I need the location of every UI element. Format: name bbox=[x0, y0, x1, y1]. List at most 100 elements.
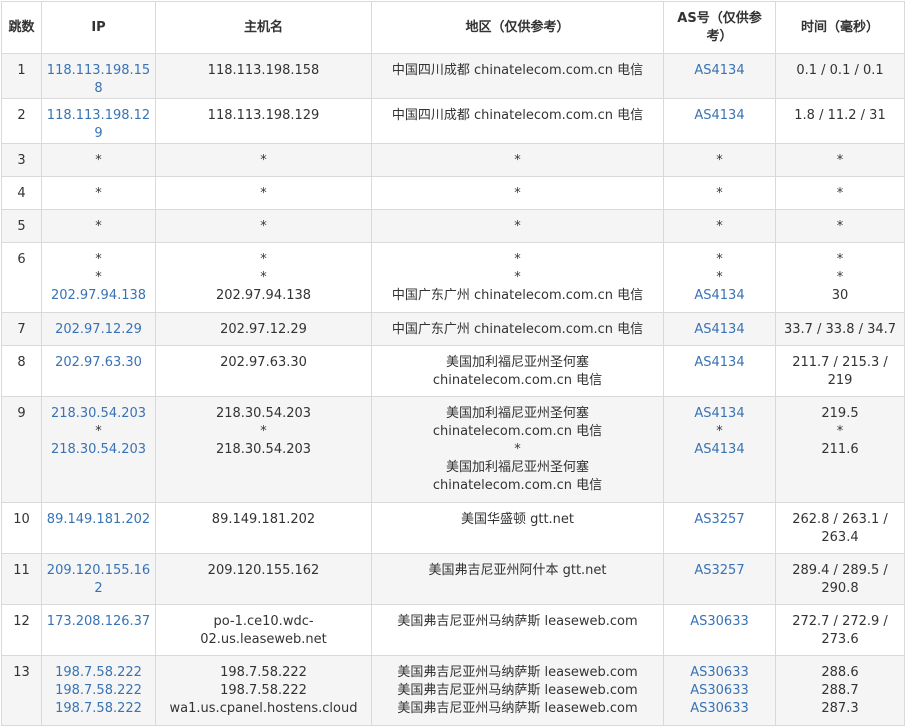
as-link[interactable]: AS30633 bbox=[668, 682, 771, 700]
time-cell: * bbox=[775, 143, 905, 177]
time-value: 262.8 / 263.1 / 263.4 bbox=[792, 512, 888, 545]
ip-cell: 89.149.181.202 bbox=[41, 502, 156, 554]
ip-link[interactable]: 198.7.58.222 bbox=[46, 664, 151, 682]
ip-link[interactable]: 118.113.198.158 bbox=[46, 62, 151, 98]
ip-link[interactable]: 198.7.58.222 bbox=[46, 700, 151, 718]
host-cell: po-1.ce10.wdc-02.us.leaseweb.net bbox=[155, 604, 372, 656]
as-value: * bbox=[716, 270, 723, 285]
as-link[interactable]: AS30633 bbox=[668, 613, 771, 631]
as-link[interactable]: AS30633 bbox=[668, 664, 771, 682]
as-cell: AS3257 bbox=[663, 553, 776, 605]
region-value: 中国四川成都 chinatelecom.com.cn 电信 bbox=[391, 63, 644, 78]
host-cell: 118.113.198.129 bbox=[155, 98, 372, 144]
time-value: * bbox=[836, 252, 844, 267]
host-value: po-1.ce10.wdc-02.us.leaseweb.net bbox=[200, 614, 327, 647]
time-cell: 288.6 288.7 287.3 bbox=[775, 655, 905, 726]
ip-link[interactable]: 202.97.63.30 bbox=[46, 354, 151, 372]
region-cell: 美国加利福尼亚州圣何塞 chinatelecom.com.cn 电信 * 美国加利福… bbox=[371, 396, 664, 503]
ip-cell: 118.113.198.158 bbox=[41, 53, 156, 99]
as-cell: AS4134 * AS4134 bbox=[663, 396, 776, 503]
region-cell: * bbox=[371, 143, 664, 177]
as-cell: * bbox=[663, 176, 776, 210]
time-value: 289.4 / 289.5 / 290.8 bbox=[792, 563, 888, 596]
table-row: 10 89.149.181.202 89.149.181.202 美国华盛顿 gtt.… bbox=[1, 502, 905, 554]
as-link[interactable]: AS4134 bbox=[668, 62, 771, 80]
host-value: 202.97.63.30 bbox=[220, 355, 307, 370]
host-cell: 202.97.12.29 bbox=[155, 312, 372, 346]
as-link[interactable]: AS4134 bbox=[668, 321, 771, 339]
region-value: 美国加利福尼亚州圣何塞 chinatelecom.com.cn 电信 bbox=[432, 355, 603, 388]
time-cell: 262.8 / 263.1 / 263.4 bbox=[775, 502, 905, 554]
ip-link[interactable]: 89.149.181.202 bbox=[46, 511, 151, 529]
table-row: 13 198.7.58.222 198.7.58.222 198.7.58.222 19… bbox=[1, 655, 905, 726]
table-row: 12 173.208.126.37 po-1.ce10.wdc-02.us.leas… bbox=[1, 604, 905, 656]
time-value: * bbox=[836, 424, 844, 439]
region-value: 美国加利福尼亚州圣何塞 chinatelecom.com.cn 电信 bbox=[432, 460, 603, 493]
as-link[interactable]: AS4134 bbox=[668, 354, 771, 372]
table-row: 1 118.113.198.158 118.113.198.158 中国四川成都 ch… bbox=[1, 53, 905, 99]
region-cell: 美国加利福尼亚州圣何塞 chinatelecom.com.cn 电信 bbox=[371, 345, 664, 397]
region-cell: 美国弗吉尼亚州阿什本 gtt.net bbox=[371, 553, 664, 605]
host-cell: 202.97.63.30 bbox=[155, 345, 372, 397]
region-value: 美国弗吉尼亚州马纳萨斯 leaseweb.com bbox=[397, 701, 638, 716]
region-cell: 中国四川成都 chinatelecom.com.cn 电信 bbox=[371, 53, 664, 99]
ip-value: * bbox=[95, 186, 102, 201]
host-value: * bbox=[260, 270, 267, 285]
as-link[interactable]: AS3257 bbox=[668, 562, 771, 580]
ip-cell: * * 202.97.94.138 bbox=[41, 242, 156, 313]
ip-cell: 202.97.63.30 bbox=[41, 345, 156, 397]
header-ip: IP bbox=[41, 1, 156, 54]
region-cell: * bbox=[371, 176, 664, 210]
hop-cell: 5 bbox=[1, 209, 42, 243]
hop-cell: 6 bbox=[1, 242, 42, 313]
region-value: 中国广东广州 chinatelecom.com.cn 电信 bbox=[391, 288, 644, 303]
as-cell: * * AS4134 bbox=[663, 242, 776, 313]
time-cell: * * 30 bbox=[775, 242, 905, 313]
hop-cell: 12 bbox=[1, 604, 42, 656]
as-value: * bbox=[716, 424, 723, 439]
ip-link[interactable]: 202.97.94.138 bbox=[46, 287, 151, 305]
ip-link[interactable]: 209.120.155.162 bbox=[46, 562, 151, 598]
as-link[interactable]: AS4134 bbox=[668, 107, 771, 125]
ip-value: * bbox=[95, 270, 102, 285]
hop-cell: 3 bbox=[1, 143, 42, 177]
region-cell: * * 中国广东广州 chinatelecom.com.cn 电信 bbox=[371, 242, 664, 313]
ip-link[interactable]: 198.7.58.222 bbox=[46, 682, 151, 700]
region-cell: 中国广东广州 chinatelecom.com.cn 电信 bbox=[371, 312, 664, 346]
table-row: 11 209.120.155.162 209.120.155.162 美国弗吉尼亚州阿… bbox=[1, 553, 905, 605]
table-row: 6 * * 202.97.94.138 * * 202.97.94.138 * * 中国广东广州 … bbox=[1, 242, 905, 313]
as-link[interactable]: AS4134 bbox=[668, 441, 771, 459]
table-row: 4 * * * * * bbox=[1, 176, 905, 210]
host-value: * bbox=[260, 153, 267, 168]
time-value: 33.7 / 33.8 / 34.7 bbox=[783, 322, 897, 337]
time-cell: 219.5 * 211.6 bbox=[775, 396, 905, 503]
ip-link[interactable]: 173.208.126.37 bbox=[46, 613, 151, 631]
region-value: * bbox=[514, 219, 521, 234]
as-link[interactable]: AS4134 bbox=[668, 405, 771, 423]
as-cell: * bbox=[663, 143, 776, 177]
ip-link[interactable]: 118.113.198.129 bbox=[46, 107, 151, 143]
ip-link[interactable]: 218.30.54.203 bbox=[46, 405, 151, 423]
ip-link[interactable]: 202.97.12.29 bbox=[46, 321, 151, 339]
region-value: 中国广东广州 chinatelecom.com.cn 电信 bbox=[391, 322, 644, 337]
region-value: * bbox=[514, 252, 521, 267]
as-cell: AS30633 AS30633 AS30633 bbox=[663, 655, 776, 726]
as-link[interactable]: AS3257 bbox=[668, 511, 771, 529]
host-value: 198.7.58.222 bbox=[220, 665, 307, 680]
time-cell: 0.1 / 0.1 / 0.1 bbox=[775, 53, 905, 99]
host-cell: 89.149.181.202 bbox=[155, 502, 372, 554]
time-value: 287.3 bbox=[821, 701, 859, 716]
as-link[interactable]: AS30633 bbox=[668, 700, 771, 718]
region-value: 美国弗吉尼亚州马纳萨斯 leaseweb.com bbox=[397, 665, 638, 680]
time-cell: * bbox=[775, 176, 905, 210]
host-value: 202.97.12.29 bbox=[220, 322, 307, 337]
as-value: * bbox=[716, 252, 723, 267]
ip-cell: * bbox=[41, 143, 156, 177]
as-cell: AS4134 bbox=[663, 53, 776, 99]
ip-link[interactable]: 218.30.54.203 bbox=[46, 441, 151, 459]
host-value: 118.113.198.129 bbox=[207, 108, 320, 123]
as-link[interactable]: AS4134 bbox=[668, 287, 771, 305]
table-row: 2 118.113.198.129 118.113.198.129 中国四川成都 ch… bbox=[1, 98, 905, 144]
as-cell: AS4134 bbox=[663, 98, 776, 144]
host-cell: 209.120.155.162 bbox=[155, 553, 372, 605]
